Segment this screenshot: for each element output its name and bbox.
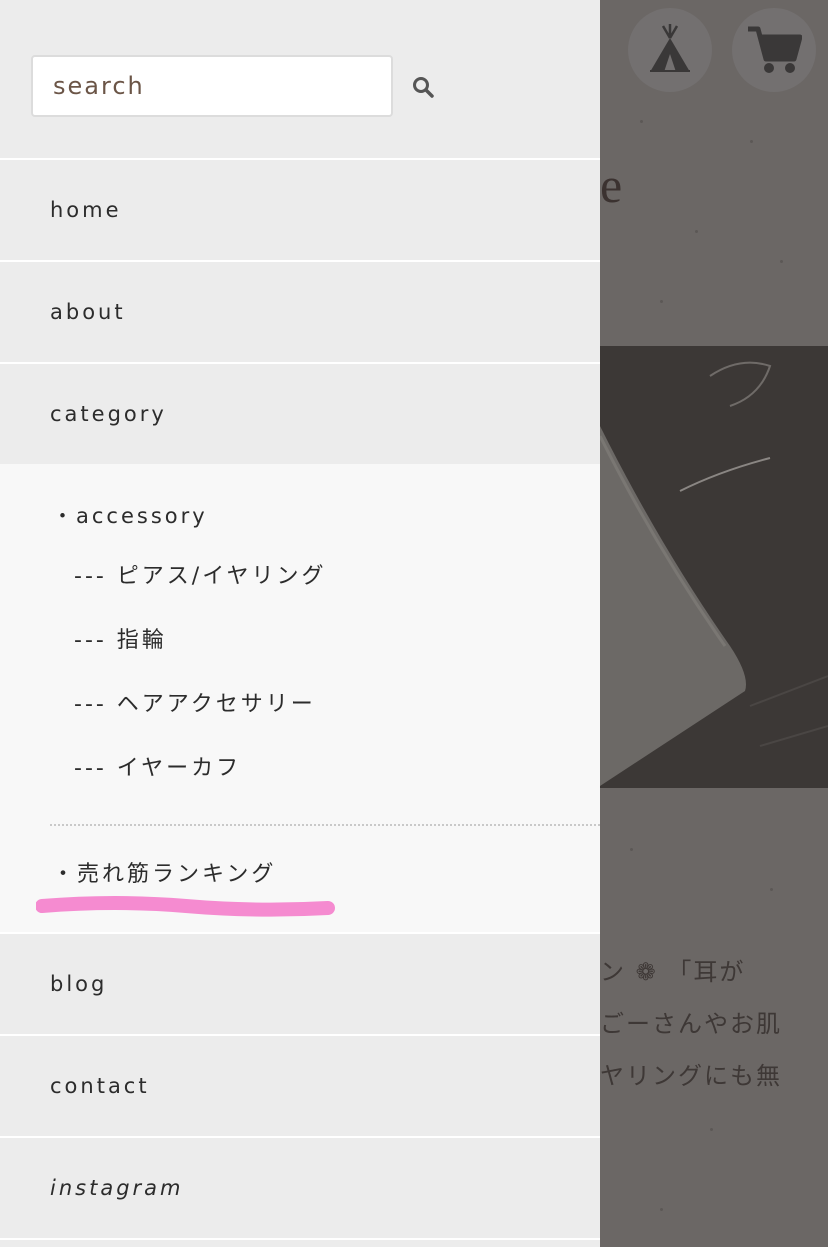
background-hero-image [600, 346, 828, 788]
submenu-item-ranking[interactable]: ・売れ筋ランキング [52, 864, 276, 886]
search-input[interactable] [31, 55, 393, 117]
menu-item-instagram[interactable]: instagram [0, 1136, 600, 1238]
background-header: e [600, 0, 828, 346]
background-content: ン ❁ 「耳が ごーさんやお肌 ヤリングにも無 [600, 788, 828, 1247]
submenu-item-ring[interactable]: --- 指輪 [74, 630, 167, 652]
menu-item-home[interactable]: home [0, 158, 600, 260]
home-tent-button[interactable] [628, 8, 712, 92]
tent-icon [650, 24, 690, 72]
submenu-item-pierce-earring[interactable]: --- ピアス/イヤリング [74, 566, 327, 588]
submenu-item-ear-cuff[interactable]: --- イヤーカフ [74, 758, 241, 780]
menu-bottom-edge [0, 1238, 600, 1247]
search-icon [413, 77, 434, 98]
background-text-line: ヤリングにも無 [600, 1062, 782, 1090]
background-heading: e [600, 157, 623, 213]
submenu-divider [50, 824, 600, 826]
cart-icon [748, 26, 802, 73]
search-button[interactable] [408, 70, 438, 104]
menu-item-contact[interactable]: contact [0, 1034, 600, 1136]
side-menu: home about category ・accessory --- ピアス/イ… [0, 0, 600, 1247]
pink-highlight-underline [36, 896, 335, 917]
background-text-line: ごーさんやお肌 [600, 1010, 782, 1038]
menu-item-blog[interactable]: blog [0, 932, 600, 1034]
search-bar [0, 0, 600, 158]
submenu-item-hair-accessory[interactable]: --- ヘアアクセサリー [74, 694, 316, 716]
background-text-line: ン ❁ 「耳が [600, 958, 746, 986]
submenu-item-accessory[interactable]: ・accessory [52, 506, 208, 527]
category-submenu: ・accessory --- ピアス/イヤリング --- 指輪 --- ヘアアク… [0, 464, 600, 932]
background-page: e ン ❁ 「耳が ごーさんやお肌 ヤリングにも無 [600, 0, 828, 1247]
menu-item-about[interactable]: about [0, 260, 600, 362]
menu-item-category[interactable]: category [0, 362, 600, 464]
cart-button[interactable] [732, 8, 816, 92]
